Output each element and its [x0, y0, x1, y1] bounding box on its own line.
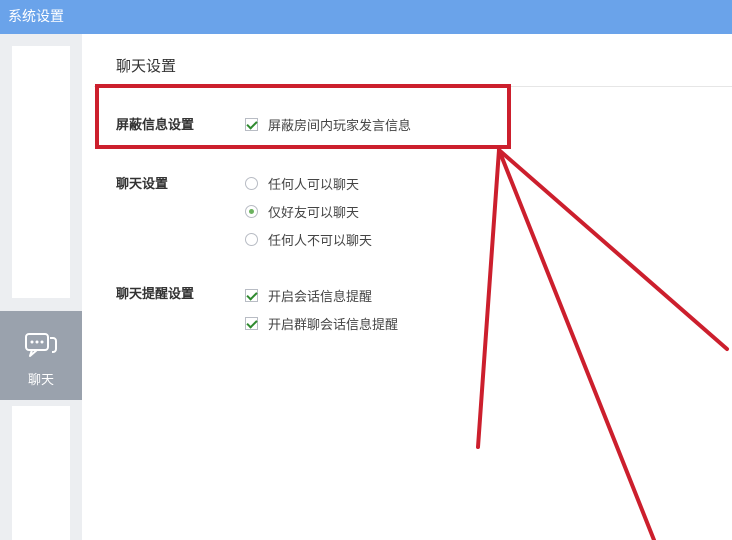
- option-label: 开启会话信息提醒: [268, 290, 373, 305]
- sidebar-panel-bottom: [12, 406, 70, 540]
- checkbox[interactable]: [245, 289, 258, 302]
- option-group-session-reminder[interactable]: 开启群聊会话信息提醒: [245, 314, 398, 333]
- page-title: 聊天设置: [116, 57, 177, 75]
- section-label-block-messages: 屏蔽信息设置: [116, 118, 195, 133]
- window-title: 系统设置: [8, 9, 64, 25]
- option-label: 任何人可以聊天: [268, 178, 360, 193]
- sidebar-item-chat[interactable]: 聊天: [0, 311, 82, 400]
- radio-button[interactable]: [245, 205, 258, 218]
- sidebar-item-label: 聊天: [27, 373, 54, 388]
- option-friends-only-chat[interactable]: 仅好友可以聊天: [245, 202, 359, 221]
- option-block-room-messages[interactable]: 屏蔽房间内玩家发言信息: [245, 115, 411, 134]
- section-label-chat-reminder: 聊天提醒设置: [116, 287, 195, 302]
- option-label: 任何人不可以聊天: [268, 234, 373, 249]
- sidebar: 聊天: [0, 34, 82, 540]
- chat-bubble-icon: [25, 333, 57, 357]
- checkbox[interactable]: [245, 317, 258, 330]
- option-anyone-can-chat[interactable]: 任何人可以聊天: [245, 174, 359, 193]
- settings-panel: 聊天设置 屏蔽信息设置 屏蔽房间内玩家发言信息 聊天设置 任何人可以聊天 仅好友…: [82, 34, 732, 540]
- section-label-chat: 聊天设置: [116, 177, 169, 192]
- option-session-reminder[interactable]: 开启会话信息提醒: [245, 286, 372, 305]
- title-divider: [94, 86, 732, 87]
- option-label: 开启群聊会话信息提醒: [268, 318, 399, 333]
- option-label: 屏蔽房间内玩家发言信息: [268, 119, 412, 134]
- sidebar-panel-top: [12, 46, 70, 298]
- radio-button[interactable]: [245, 177, 258, 190]
- window-title-bar: 系统设置: [0, 0, 732, 34]
- option-nobody-can-chat[interactable]: 任何人不可以聊天: [245, 230, 372, 249]
- radio-button[interactable]: [245, 233, 258, 246]
- option-label: 仅好友可以聊天: [268, 206, 360, 221]
- checkbox[interactable]: [245, 118, 258, 131]
